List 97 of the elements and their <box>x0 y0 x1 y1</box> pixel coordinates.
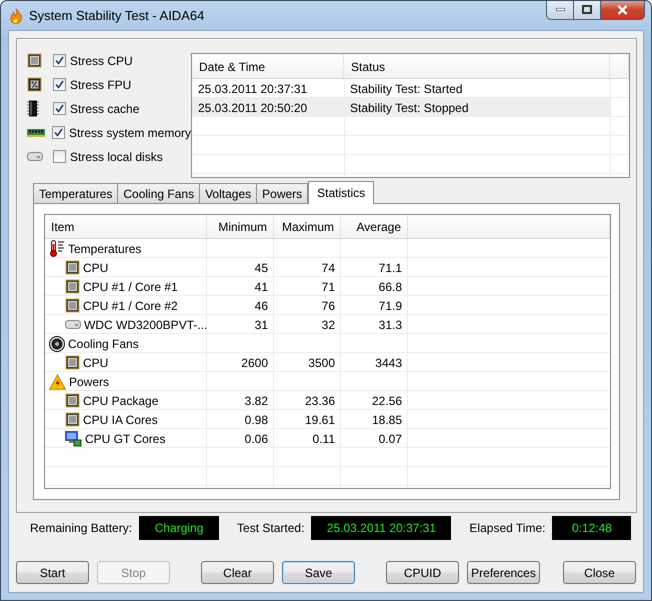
table-cell-text: 66.8 <box>378 278 403 296</box>
chip-icon <box>27 77 42 92</box>
checkbox[interactable] <box>53 150 66 163</box>
sensor-name: WDC WD3200BPVT-... <box>84 318 208 332</box>
table-cell-text: Stability Test: Stopped <box>349 100 470 117</box>
table-cell-text: 41 <box>254 278 269 296</box>
column-header[interactable]: Status <box>344 54 610 78</box>
action-button[interactable]: Preferences <box>467 561 540 584</box>
checkbox-label[interactable]: Stress system memory <box>68 126 191 140</box>
chip-icon <box>65 260 80 275</box>
group-label: Temperatures <box>68 242 142 256</box>
memory-chip-icon <box>27 100 39 117</box>
table-cell-text: 25.03.2011 20:50:20 <box>197 100 308 117</box>
table-cell-text: 19.61 <box>304 412 336 428</box>
column-header[interactable]: Item <box>45 215 207 238</box>
table-cell-text: 18.85 <box>370 412 403 428</box>
sensor-name: CPU Package <box>83 394 158 408</box>
table-cell-text: 22.56 <box>370 392 403 410</box>
drive-icon <box>65 320 81 329</box>
column-header[interactable]: Minimum <box>207 215 274 238</box>
action-button[interactable]: Close <box>563 561 636 584</box>
action-button[interactable]: Save <box>282 561 355 584</box>
status-display: 25.03.2011 20:37:31 <box>311 516 452 540</box>
table-cell-text: 0.11 <box>312 430 336 448</box>
tab[interactable]: Cooling Fans <box>117 183 200 203</box>
table-cell-text: 3500 <box>307 354 336 372</box>
memory-module-icon <box>27 128 45 136</box>
table-cell-text: 46 <box>254 298 269 314</box>
sensor-name: CPU #1 / Core #2 <box>83 298 178 312</box>
table-cell-text: 32 <box>320 316 336 334</box>
minimize-icon <box>556 8 564 11</box>
status-display: Charging <box>139 516 220 540</box>
log-row[interactable]: 25.03.2011 20:37:31 Stability Test: Started <box>192 79 629 98</box>
status-display: 0:12:48 <box>552 516 632 540</box>
table-cell-text: 71 <box>320 278 336 296</box>
table-cell-text: 0.07 <box>378 430 403 448</box>
table-cell-text: 0.98 <box>244 412 269 428</box>
action-button[interactable]: Start <box>16 561 89 584</box>
sensor-name: CPU #1 / Core #1 <box>83 280 178 294</box>
drive-icon <box>27 152 43 161</box>
sensor-name: CPU GT Cores <box>85 432 166 446</box>
action-button[interactable]: CPUID <box>386 561 459 584</box>
table-cell-text: 25.03.2011 20:37:31 <box>197 81 308 98</box>
tab[interactable]: Voltages <box>199 183 258 203</box>
group-label: Powers <box>69 374 110 388</box>
column-header[interactable]: Average <box>341 215 408 238</box>
table-cell-text: 31 <box>254 316 269 334</box>
status-label: Test Started: <box>237 520 304 534</box>
table-cell-text: 76 <box>320 298 336 314</box>
column-header[interactable]: Date & Time <box>192 54 344 78</box>
chip-icon <box>27 53 42 68</box>
chip-icon <box>65 279 80 294</box>
checkbox-label[interactable]: Stress CPU <box>70 54 133 68</box>
tab[interactable]: Powers <box>256 183 308 203</box>
sensor-name: CPU <box>83 356 108 370</box>
chip-icon <box>65 393 80 408</box>
status-label: Elapsed Time: <box>469 520 546 534</box>
flame-icon <box>9 8 23 24</box>
maximize-icon <box>582 5 592 14</box>
chip-icon <box>65 412 80 427</box>
warning-icon <box>49 374 66 390</box>
monitor-icon <box>65 430 82 446</box>
table-cell-text: 31.3 <box>378 316 403 334</box>
table-cell-text: 71.9 <box>378 298 403 314</box>
close-icon <box>617 4 628 14</box>
chip-icon <box>65 355 80 370</box>
table-cell-text: 74 <box>320 260 336 276</box>
group-label: Cooling Fans <box>68 336 139 350</box>
table-cell-text: 3.82 <box>244 392 269 410</box>
checkbox[interactable] <box>52 126 65 139</box>
checkbox[interactable] <box>53 54 66 67</box>
maximize-button[interactable] <box>574 1 601 20</box>
thermometer-icon <box>49 240 65 257</box>
checkbox-label[interactable]: Stress local disks <box>70 150 163 164</box>
tab[interactable]: Temperatures <box>33 183 118 203</box>
checkbox[interactable] <box>53 78 66 91</box>
checkbox[interactable] <box>53 102 66 115</box>
table-cell-text: 0.06 <box>244 430 269 448</box>
fan-icon <box>49 336 65 352</box>
table-cell-text: 71.1 <box>378 260 403 276</box>
status-label: Remaining Battery: <box>30 520 132 534</box>
chip-icon <box>65 298 80 313</box>
checkbox-label[interactable]: Stress FPU <box>70 78 132 92</box>
tab[interactable]: Statistics <box>308 181 374 204</box>
table-cell-text: 2600 <box>240 354 269 372</box>
minimize-button[interactable] <box>546 1 574 20</box>
sensor-name: CPU IA Cores <box>83 412 158 426</box>
checkbox-label[interactable]: Stress cache <box>70 102 140 116</box>
close-button[interactable] <box>601 1 645 20</box>
window-title: System Stability Test - AIDA64 <box>29 8 206 23</box>
table-cell-text: 45 <box>254 260 269 276</box>
action-button[interactable]: Clear <box>201 561 274 584</box>
column-header[interactable]: Maximum <box>274 215 341 238</box>
table-cell-text: 3443 <box>374 354 403 372</box>
sensor-name: CPU <box>83 260 108 274</box>
table-cell-text: Stability Test: Started <box>349 81 464 98</box>
table-cell-text: 23.36 <box>304 392 336 410</box>
